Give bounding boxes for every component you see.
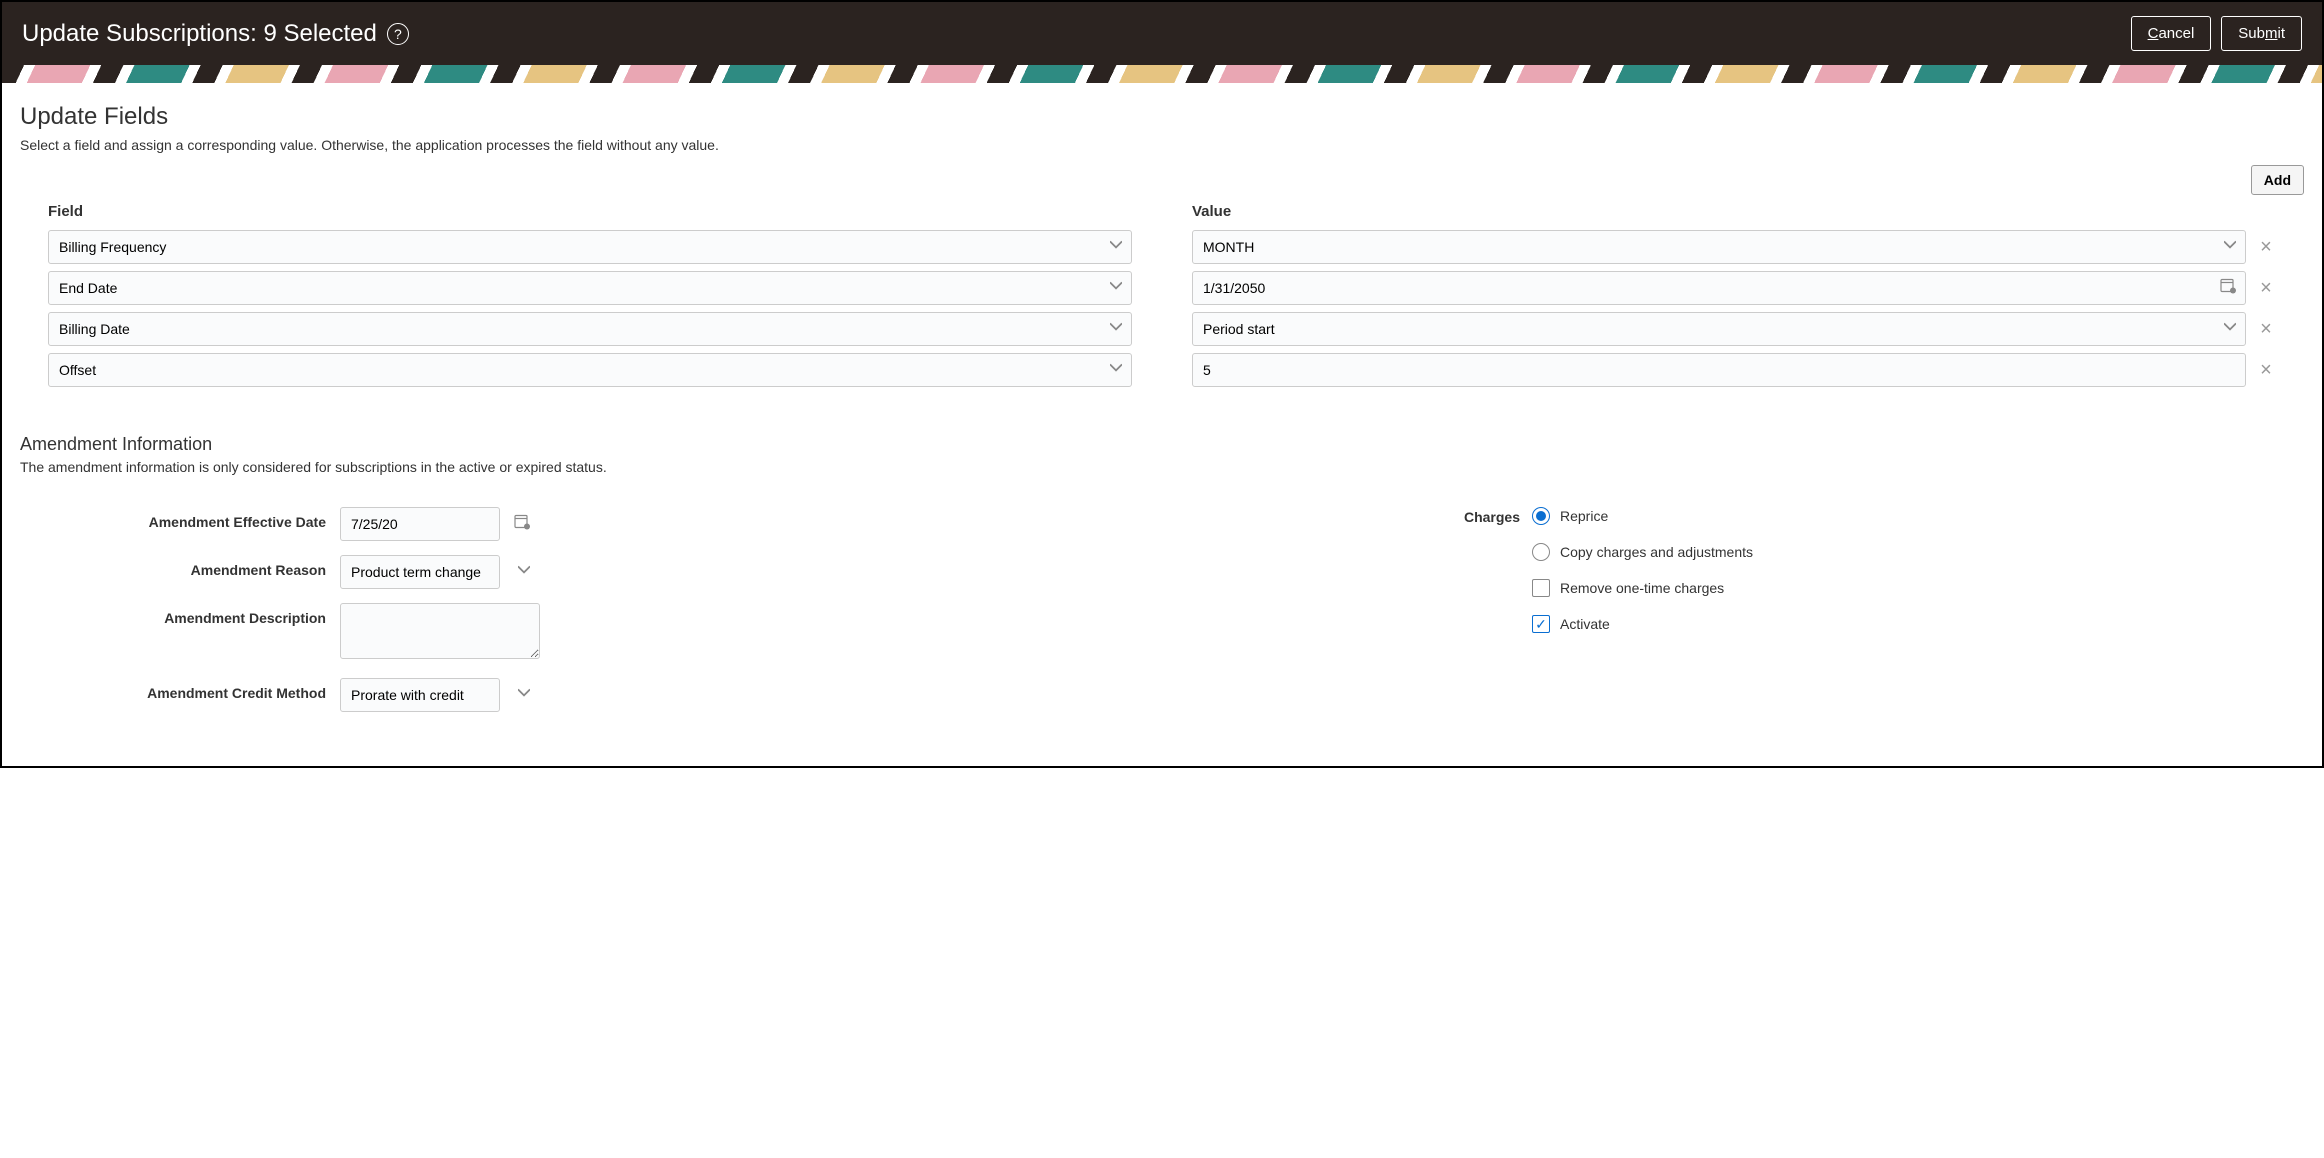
chevron-down-icon [518,563,530,581]
activate-label: Activate [1560,616,1610,632]
checkbox-icon: ✓ [1532,615,1550,633]
radio-icon [1532,543,1550,561]
credit-method-label: Amendment Credit Method [20,678,340,701]
field-select-3[interactable]: Offset [48,353,1132,387]
field-column-header: Field [48,203,1132,230]
value-date-1[interactable] [1192,271,2246,305]
dialog-header: Update Subscriptions: 9 Selected ? Cance… [2,2,2322,65]
remove-onetime-label: Remove one-time charges [1560,580,1724,596]
remove-row-icon[interactable]: × [2256,277,2276,300]
effective-date-input[interactable] [340,507,500,541]
update-fields-title: Update Fields [20,103,2304,131]
field-select-1[interactable]: End Date [48,271,1132,305]
amendment-left-column: Amendment Effective Date Amendment Reaso… [20,507,1142,726]
remove-onetime-option[interactable]: Remove one-time charges [1532,579,1753,597]
dialog-title: Update Subscriptions: 9 Selected ? [22,20,409,48]
header-actions: Cancel Submit [2131,16,2302,51]
cancel-button[interactable]: Cancel [2131,16,2212,51]
remove-row-icon[interactable]: × [2256,318,2276,341]
add-button[interactable]: Add [2251,165,2304,195]
remove-row-icon[interactable]: × [2256,359,2276,382]
remove-row-icon[interactable]: × [2256,236,2276,259]
checkbox-icon [1532,579,1550,597]
reprice-label: Reprice [1560,508,1608,524]
reason-label: Amendment Reason [20,555,340,578]
description-label: Amendment Description [20,603,340,626]
update-fields-desc: Select a field and assign a correspondin… [20,137,2304,153]
decorative-stripe [2,65,2322,83]
credit-method-select[interactable]: Prorate with credit [340,678,500,712]
field-select-2[interactable]: Billing Date [48,312,1132,346]
amendment-desc: The amendment information is only consid… [20,459,2304,475]
activate-option[interactable]: ✓ Activate [1532,615,1753,633]
charges-reprice-option[interactable]: Reprice [1532,507,1753,525]
field-select-0[interactable]: Billing Frequency [48,230,1132,264]
reason-select[interactable]: Product term change [340,555,500,589]
effective-date-label: Amendment Effective Date [20,507,340,530]
charges-copy-option[interactable]: Copy charges and adjustments [1532,543,1753,561]
radio-icon [1532,507,1550,525]
value-input-3[interactable] [1192,353,2246,387]
copy-label: Copy charges and adjustments [1560,544,1753,560]
submit-button[interactable]: Submit [2221,16,2302,51]
value-select-0[interactable]: MONTH [1192,230,2246,264]
calendar-icon[interactable] [514,514,530,535]
value-column-header: Value [1192,203,2276,230]
chevron-down-icon [518,686,530,704]
title-text: Update Subscriptions: 9 Selected [22,20,377,48]
help-icon[interactable]: ? [387,23,409,45]
description-textarea[interactable] [340,603,540,659]
charges-block: Charges Reprice Copy charges and adjustm… [1182,507,2304,726]
amendment-title: Amendment Information [20,434,2304,455]
value-select-2[interactable]: Period start [1192,312,2246,346]
charges-label: Charges [1182,507,1532,726]
